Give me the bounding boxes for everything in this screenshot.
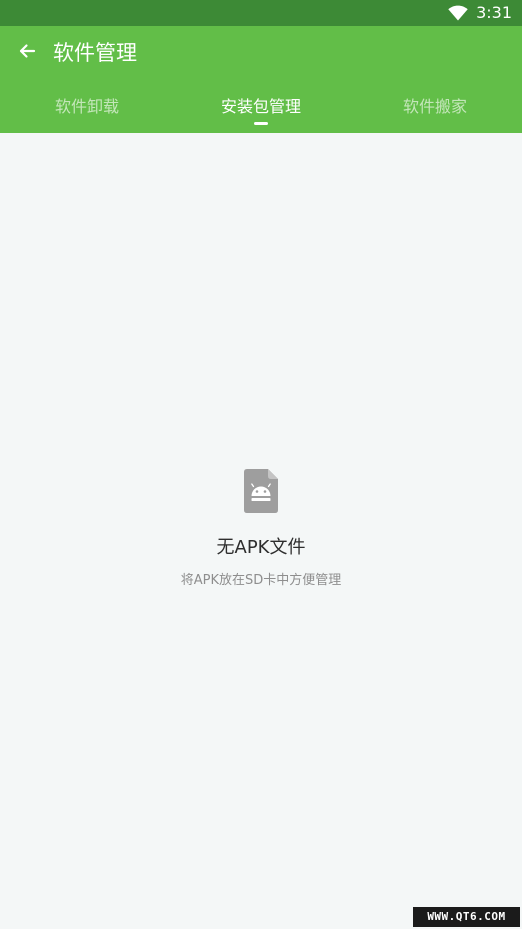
back-button[interactable] [12,38,42,68]
tab-label: 软件搬家 [402,97,467,116]
arrow-left-icon [17,41,37,65]
wifi-icon [448,5,468,21]
status-bar: 3:31 [0,0,522,26]
content-area: 无APK文件 将APK放在SD卡中方便管理 [0,133,522,929]
page-title: 软件管理 [53,41,137,65]
tab-package-management[interactable]: 安装包管理 [174,90,348,133]
status-time: 3:31 [476,3,512,22]
android-file-icon [244,469,278,513]
tab-bar: 软件卸载 安装包管理 软件搬家 [0,90,522,133]
tab-label: 软件卸载 [54,97,119,116]
empty-subtitle: 将APK放在SD卡中方便管理 [180,573,342,588]
status-icons: 3:31 [448,0,512,26]
tab-software-move[interactable]: 软件搬家 [348,90,522,133]
tab-indicator [254,122,268,125]
app-bar: 软件管理 软件卸载 安装包管理 软件搬家 [0,26,522,133]
empty-state: 无APK文件 将APK放在SD卡中方便管理 [0,469,522,589]
watermark: WWW.QT6.COM [413,907,520,927]
tab-label: 安装包管理 [220,97,301,116]
empty-title: 无APK文件 [216,537,306,558]
tab-software-uninstall[interactable]: 软件卸载 [0,90,174,133]
